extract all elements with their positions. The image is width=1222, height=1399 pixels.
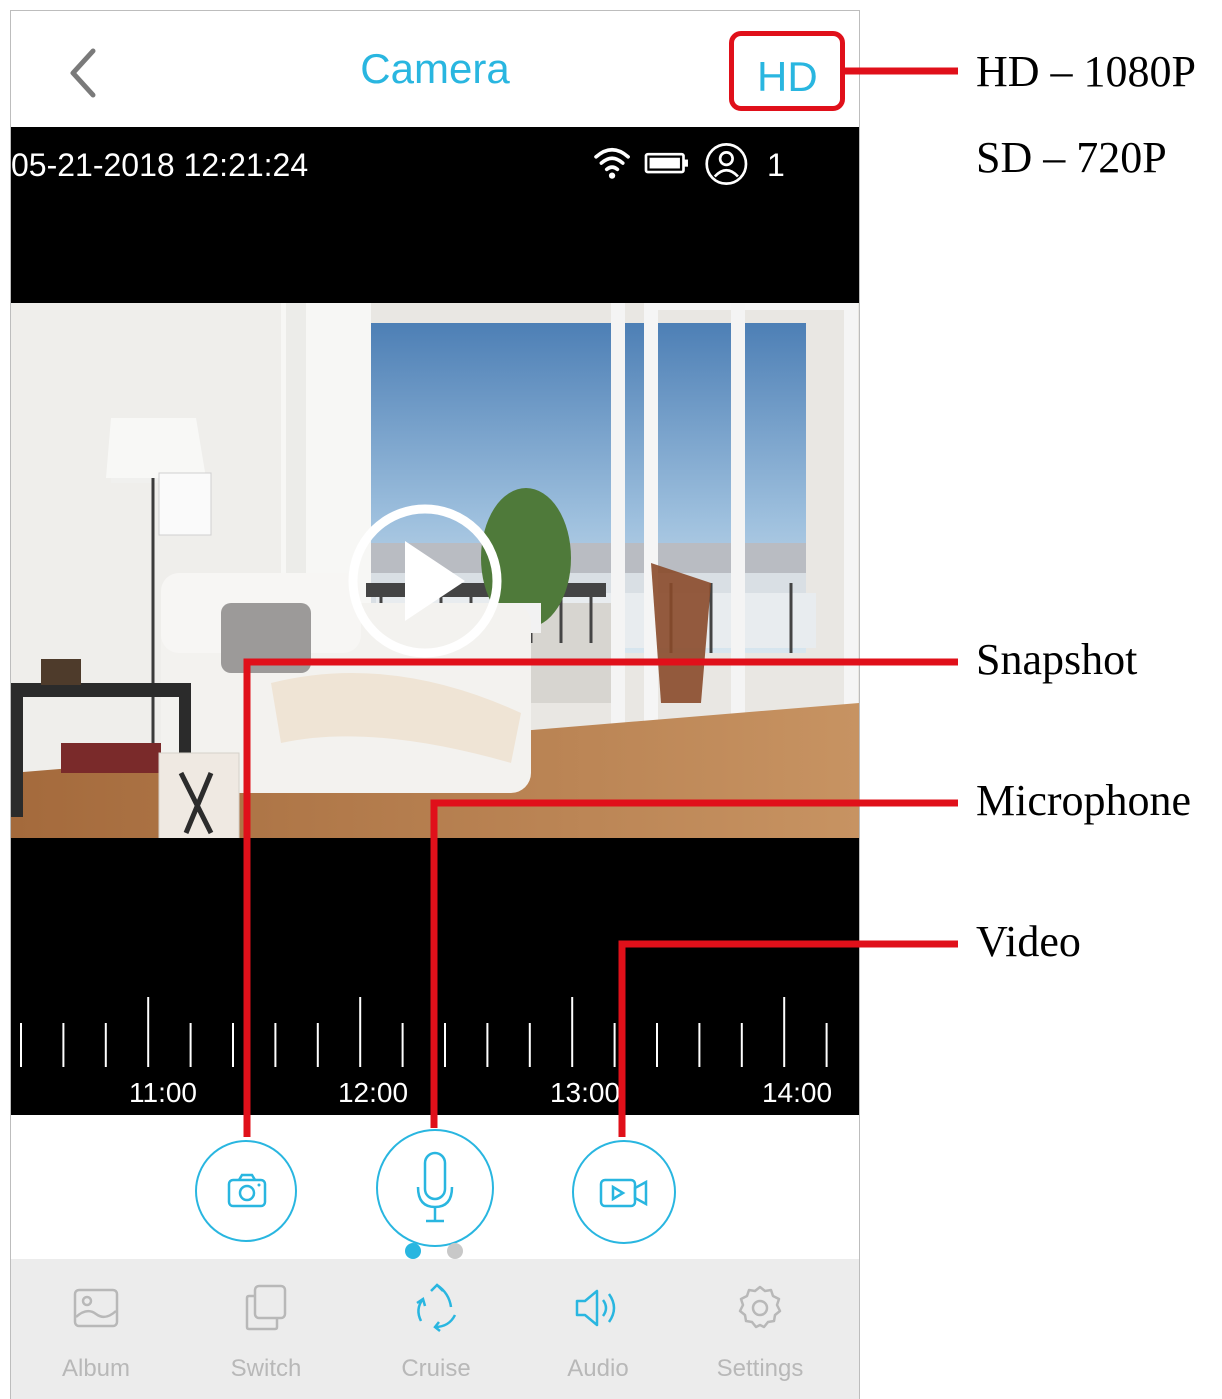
tab-cruise-label: Cruise: [401, 1355, 471, 1382]
callout-video: Video: [976, 917, 1081, 966]
status-icons: [594, 143, 748, 185]
settings-icon: [738, 1285, 782, 1329]
album-icon: [73, 1288, 119, 1328]
tab-settings[interactable]: Settings: [675, 1259, 845, 1399]
camera-icon: [227, 1173, 267, 1208]
video-record-button[interactable]: [572, 1140, 676, 1244]
battery-icon: [644, 152, 688, 174]
tab-audio-label: Audio: [567, 1355, 629, 1382]
tab-audio[interactable]: Audio: [513, 1259, 683, 1399]
pager-dot-active[interactable]: [405, 1243, 421, 1259]
page-title: Camera: [360, 45, 510, 92]
timeline-label-1300: 13:00: [549, 1077, 621, 1108]
tab-settings-label: Settings: [716, 1355, 804, 1382]
microphone-icon: [416, 1151, 454, 1223]
app-header: Camera HD: [11, 11, 859, 127]
tab-switch-label: Switch: [230, 1355, 302, 1382]
quality-toggle-button[interactable]: HD: [757, 53, 818, 101]
switch-icon: [245, 1284, 287, 1331]
microphone-button[interactable]: [376, 1129, 494, 1247]
tab-album[interactable]: Album: [11, 1259, 181, 1399]
timeline-label-1400: 14:00: [761, 1077, 833, 1108]
viewer-count: 1: [767, 147, 785, 183]
tab-switch[interactable]: Switch: [181, 1259, 351, 1399]
callout-hd: HD – 1080P: [976, 47, 1197, 96]
phone-screen: Camera HD 05-21-2018 12:21:24 1 11:00 12…: [10, 10, 860, 1399]
bottom-tab-bar: Album Switch Cruise Audio Settings: [11, 1259, 859, 1399]
cruise-icon: [416, 1283, 457, 1332]
timeline-label-1200: 12:00: [337, 1077, 409, 1108]
pager-dot-inactive[interactable]: [447, 1243, 463, 1259]
tab-album-label: Album: [61, 1355, 131, 1382]
play-button[interactable]: [345, 501, 505, 661]
audio-icon: [575, 1289, 616, 1327]
datetime-overlay: 05-21-2018 12:21:24: [11, 147, 309, 183]
tab-cruise[interactable]: Cruise: [351, 1259, 521, 1399]
user-icon: [705, 143, 748, 185]
snapshot-button[interactable]: [195, 1140, 297, 1242]
video-record-icon: [599, 1178, 648, 1208]
control-panel: [11, 1115, 859, 1259]
callout-microphone: Microphone: [976, 776, 1192, 825]
callout-sd: SD – 720P: [976, 133, 1167, 182]
wifi-icon: [594, 147, 630, 179]
callout-snapshot: Snapshot: [976, 635, 1138, 684]
timeline-label-1100: 11:00: [129, 1077, 197, 1108]
